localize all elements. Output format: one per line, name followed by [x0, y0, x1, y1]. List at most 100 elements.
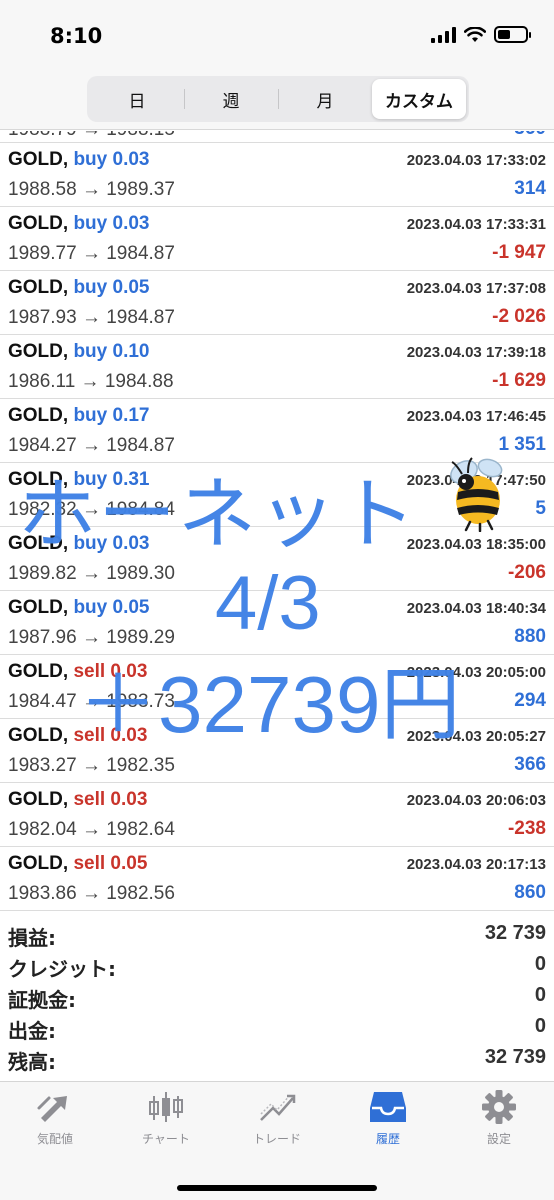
trade-title: GOLD, buy 0.10 — [8, 341, 150, 363]
tab-history[interactable]: 履歴 — [338, 1090, 438, 1147]
tab-day[interactable]: 日 — [90, 79, 184, 119]
trade-profit: -1 947 — [492, 242, 546, 263]
trade-side-volume: sell 0.03 — [73, 789, 148, 810]
list-item[interactable]: GOLD, sell 0.03 2023.04.03 20:05:00 1984.4… — [0, 655, 554, 719]
list-item[interactable]: GOLD, sell 0.05 2023.04.03 20:17:13 1983.8… — [0, 847, 554, 911]
list-item[interactable]: GOLD, buy 0.03 2023.04.03 18:35:00 1989.82… — [0, 527, 554, 591]
trade-title: GOLD, buy 0.05 — [8, 277, 150, 299]
tab-month[interactable]: 月 — [278, 79, 372, 119]
trade-line-icon — [260, 1093, 296, 1121]
trade-side-volume: sell 0.03 — [73, 661, 148, 682]
trade-prices: 1989.82 → 1989.30 — [8, 563, 175, 584]
list-item[interactable]: GOLD, buy 0.31 2023.04.03 17:47:50 1982.32… — [0, 463, 554, 527]
tab-quotes[interactable]: 気配値 — [5, 1090, 105, 1147]
list-item[interactable]: GOLD, buy 0.05 2023.04.03 18:40:34 1987.96… — [0, 591, 554, 655]
list-item[interactable]: GOLD, sell 0.03 2023.04.03 20:06:03 1982.0… — [0, 783, 554, 847]
list-item[interactable]: 1988.79 → 1988.15 360 — [0, 131, 554, 143]
tab-week[interactable]: 週 — [184, 79, 278, 119]
trade-side-volume: buy 0.17 — [73, 405, 150, 426]
tab-settings[interactable]: 設定 — [449, 1090, 549, 1147]
list-item[interactable]: GOLD, sell 0.03 2023.04.03 20:05:27 1983.2… — [0, 719, 554, 783]
trade-symbol: GOLD, — [8, 725, 69, 746]
trade-title: GOLD, buy 0.03 — [8, 213, 150, 235]
trade-prices: 1983.86 → 1982.56 — [8, 883, 175, 904]
summary-row-credit: クレジット: 0 — [0, 949, 554, 981]
trade-prices: 1984.47 → 1983.73 — [8, 691, 175, 712]
list-item[interactable]: GOLD, buy 0.05 2023.04.03 17:37:08 1987.93… — [0, 271, 554, 335]
trade-profit: 314 — [514, 178, 546, 199]
summary-label: 証拠金: — [8, 988, 76, 1012]
trade-prices: 1982.32 → 1984.84 — [8, 499, 175, 520]
list-item[interactable]: GOLD, buy 0.03 2023.04.03 17:33:02 1988.58… — [0, 143, 554, 207]
summary-label: 残高: — [8, 1050, 56, 1074]
tab-trade[interactable]: トレード — [227, 1090, 327, 1147]
tab-chart[interactable]: チャート — [116, 1090, 216, 1147]
trade-symbol: GOLD, — [8, 789, 69, 810]
trade-symbol: GOLD, — [8, 597, 69, 618]
trade-profit: 366 — [514, 754, 546, 775]
trade-profit: -206 — [507, 562, 546, 583]
tab-label: チャート — [142, 1132, 190, 1146]
tab-label: 履歴 — [375, 1132, 400, 1146]
summary-label: 損益: — [8, 926, 56, 950]
trade-prices: 1984.27 → 1984.87 — [8, 435, 175, 456]
trade-prices: 1987.96 → 1989.29 — [8, 627, 175, 648]
trade-symbol: GOLD, — [8, 341, 69, 362]
summary-label: 出金: — [8, 1019, 56, 1043]
trade-datetime: 2023.04.03 17:39:18 — [406, 344, 546, 361]
list-item[interactable]: GOLD, buy 0.10 2023.04.03 17:39:18 1986.11… — [0, 335, 554, 399]
period-segmented-control: 日 週 月 カスタム — [87, 76, 469, 122]
trade-profit: 5 — [535, 498, 546, 519]
trade-side-volume: sell 0.05 — [73, 853, 148, 874]
trade-datetime: 2023.04.03 17:33:31 — [406, 216, 546, 233]
trade-datetime: 2023.04.03 20:05:00 — [406, 664, 546, 681]
tab-label: 気配値 — [36, 1132, 73, 1146]
trade-prices: 1989.77 → 1984.87 — [8, 243, 175, 264]
trade-prices: 1987.93 → 1984.87 — [8, 307, 175, 328]
trade-symbol: GOLD, — [8, 533, 69, 554]
trade-history-list: 1988.79 → 1988.15 360 GOLD, buy 0.03 2023… — [0, 131, 554, 911]
quotes-arrows-icon — [37, 1096, 67, 1122]
trade-datetime: 2023.04.03 20:17:13 — [406, 856, 546, 873]
trade-profit: 860 — [514, 882, 546, 903]
trade-profit: -2 026 — [492, 306, 546, 327]
trade-prices: 1988.79 → 1988.15 — [8, 131, 175, 141]
trade-title: GOLD, buy 0.03 — [8, 149, 150, 171]
summary-row-deposit: 証拠金: 0 — [0, 980, 554, 1012]
trade-datetime: 2023.04.03 17:47:50 — [406, 472, 546, 489]
trade-symbol: GOLD, — [8, 469, 69, 490]
trade-side-volume: sell 0.03 — [73, 725, 148, 746]
gear-icon — [482, 1090, 516, 1124]
trade-symbol: GOLD, — [8, 213, 69, 234]
trade-title: GOLD, buy 0.31 — [8, 469, 150, 491]
battery-icon — [494, 26, 531, 43]
trade-profit: 880 — [514, 626, 546, 647]
trade-prices: 1982.04 → 1982.64 — [8, 819, 175, 840]
list-item[interactable]: GOLD, buy 0.17 2023.04.03 17:46:45 1984.27… — [0, 399, 554, 463]
trade-prices: 1986.11 → 1984.88 — [8, 371, 174, 392]
summary-value: 0 — [534, 1015, 546, 1037]
trade-profit: -238 — [507, 818, 546, 839]
list-item[interactable]: GOLD, buy 0.03 2023.04.03 17:33:31 1989.77… — [0, 207, 554, 271]
tab-custom[interactable]: カスタム — [372, 79, 466, 119]
trade-datetime: 2023.04.03 17:37:08 — [406, 280, 546, 297]
history-inbox-icon — [370, 1092, 406, 1122]
candlestick-chart-icon — [149, 1092, 183, 1122]
account-summary: 損益: 32 739 クレジット: 0 証拠金: 0 出金: 0 残高: 32 … — [0, 918, 554, 1074]
trade-symbol: GOLD, — [8, 405, 69, 426]
tab-label: トレード — [252, 1132, 301, 1146]
status-icons — [431, 26, 531, 43]
summary-row-balance: 残高: 32 739 — [0, 1042, 554, 1074]
trade-title: GOLD, sell 0.03 — [8, 789, 147, 811]
summary-value: 32 739 — [484, 1046, 546, 1068]
trade-side-volume: buy 0.05 — [73, 597, 150, 618]
status-time: 8:10 — [50, 24, 103, 48]
trade-symbol: GOLD, — [8, 149, 69, 170]
trade-datetime: 2023.04.03 20:05:27 — [406, 728, 546, 745]
trade-symbol: GOLD, — [8, 853, 69, 874]
trade-profit: 294 — [514, 690, 546, 711]
trade-side-volume: buy 0.03 — [73, 213, 150, 234]
trade-symbol: GOLD, — [8, 661, 69, 682]
trade-title: GOLD, sell 0.05 — [8, 853, 147, 875]
trade-side-volume: buy 0.10 — [73, 341, 150, 362]
